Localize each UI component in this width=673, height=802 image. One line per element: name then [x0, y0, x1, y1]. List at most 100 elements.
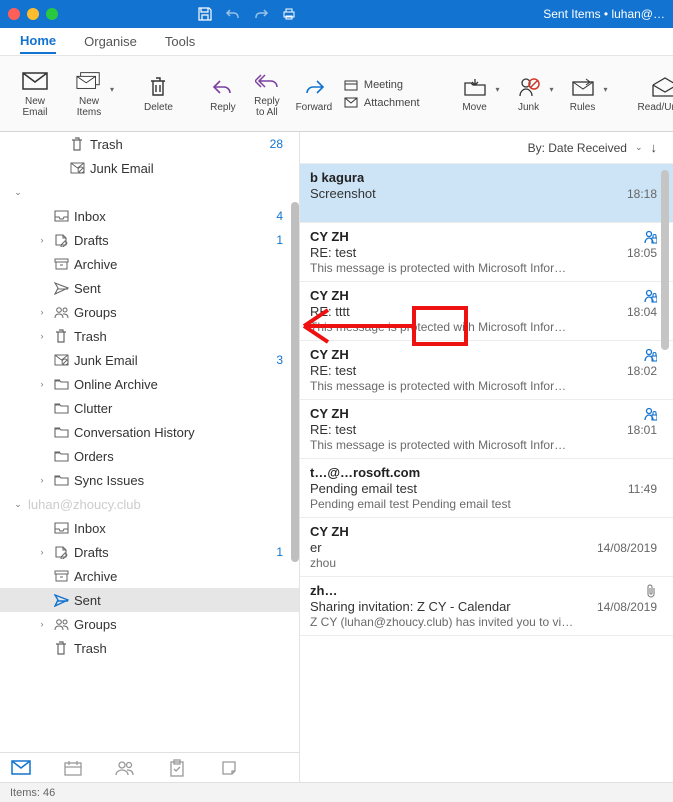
calendar-icon [343, 78, 359, 92]
folder-row[interactable]: Trash 28 [0, 132, 299, 156]
message-item[interactable]: zh… Sharing invitation: Z CY - Calendar … [300, 577, 673, 636]
message-item[interactable]: CY ZH RE: tttt 18:04 This message is pro… [300, 282, 673, 341]
folder-count: 1 [265, 233, 283, 247]
folder-icon [52, 282, 70, 295]
message-sender: zh… [310, 583, 337, 598]
message-preview: This message is protected with Microsoft… [310, 438, 657, 452]
people-nav-icon[interactable] [114, 757, 136, 779]
scrollbar[interactable] [661, 170, 669, 350]
expand-chevron-icon[interactable]: › [36, 379, 48, 389]
folder-row[interactable]: Inbox [0, 516, 299, 540]
folder-row[interactable]: Sent [0, 588, 299, 612]
message-item[interactable]: CY ZH RE: test 18:02 This message is pro… [300, 341, 673, 400]
folder-row[interactable]: Archive [0, 564, 299, 588]
folder-icon [52, 545, 70, 559]
folder-row[interactable]: Trash [0, 636, 299, 660]
folder-row[interactable]: › Trash [0, 324, 299, 348]
attachment-button[interactable]: Attachment [343, 96, 420, 110]
folder-row[interactable]: Conversation History [0, 420, 299, 444]
print-icon[interactable] [280, 5, 298, 23]
message-time: 18:01 [627, 423, 657, 437]
tab-tools[interactable]: Tools [165, 30, 195, 53]
message-subject: RE: test [310, 363, 356, 378]
folder-name: Inbox [74, 209, 261, 224]
navigation-switcher [0, 752, 299, 782]
scrollbar[interactable] [291, 202, 299, 562]
folder-row[interactable]: › Groups [0, 612, 299, 636]
save-icon[interactable] [196, 5, 214, 23]
expand-chevron-icon[interactable]: › [36, 475, 48, 485]
account-header[interactable]: ⌄ [0, 180, 299, 204]
expand-chevron-icon[interactable]: › [36, 547, 48, 557]
tasks-nav-icon[interactable] [166, 757, 188, 779]
expand-chevron-icon[interactable]: › [36, 619, 48, 629]
zoom-window-button[interactable] [46, 8, 58, 20]
expand-chevron-icon[interactable]: ⌄ [12, 499, 24, 510]
new-items-button[interactable]: ▾ New Items [66, 63, 112, 125]
expand-chevron-icon[interactable]: › [36, 331, 48, 341]
forward-button[interactable]: Forward [293, 63, 335, 125]
message-preview: This message is protected with Microsoft… [310, 320, 657, 334]
undo-icon[interactable] [224, 5, 242, 23]
message-item[interactable]: CY ZH RE: test 18:05 This message is pro… [300, 223, 673, 282]
notes-nav-icon[interactable] [218, 757, 240, 779]
ribbon-tabs: Home Organise Tools [0, 28, 673, 56]
message-list[interactable]: b kagura Screenshot 18:18 CY ZH RE: test… [300, 164, 673, 782]
folder-row[interactable]: Archive [0, 252, 299, 276]
message-item[interactable]: CY ZH er 14/08/2019 zhou [300, 518, 673, 577]
folder-row[interactable]: › Online Archive [0, 372, 299, 396]
reply-all-button[interactable]: Reply to All [249, 63, 285, 125]
folder-name: Inbox [74, 521, 261, 536]
folder-row[interactable]: › Groups [0, 300, 299, 324]
sort-label[interactable]: By: Date Received [528, 141, 627, 155]
rules-button[interactable]: ▾ Rules [560, 63, 606, 125]
message-preview: This message is protected with Microsoft… [310, 379, 657, 393]
envelope-attachment-icon [343, 96, 359, 110]
new-email-button[interactable]: New Email [12, 63, 58, 125]
message-item[interactable]: t…@…rosoft.com Pending email test 11:49 … [300, 459, 673, 518]
message-item[interactable]: b kagura Screenshot 18:18 [300, 164, 673, 223]
folder-row[interactable]: Orders [0, 444, 299, 468]
folder-row[interactable]: Clutter [0, 396, 299, 420]
meeting-button[interactable]: Meeting [343, 78, 420, 92]
folder-row[interactable]: Sent [0, 276, 299, 300]
calendar-nav-icon[interactable] [62, 757, 84, 779]
title-bar: Sent Items • luhan@… [0, 0, 673, 28]
junk-button[interactable]: ▾ Junk [506, 63, 552, 125]
message-preview: Pending email test Pending email test [310, 497, 657, 511]
move-button[interactable]: ▾ Move [452, 63, 498, 125]
message-subject: RE: tttt [310, 304, 350, 319]
trash-icon [145, 75, 171, 99]
account-header[interactable]: ⌄luhan@zhoucy.club [0, 492, 299, 516]
attachment-icon [645, 584, 657, 598]
read-unread-button[interactable]: Read/Unrea [638, 63, 673, 125]
minimize-window-button[interactable] [27, 8, 39, 20]
folder-row[interactable]: Junk Email 3 [0, 348, 299, 372]
folder-list[interactable]: Trash 28 Junk Email ⌄ Inbox 4 › Drafts 1… [0, 132, 299, 752]
reply-button[interactable]: Reply [205, 63, 241, 125]
chevron-down-icon[interactable]: ⌄ [635, 142, 643, 153]
expand-chevron-icon[interactable]: › [36, 235, 48, 245]
folder-row[interactable]: Inbox 4 [0, 204, 299, 228]
sort-direction-icon[interactable]: ↓ [651, 140, 658, 155]
folder-row[interactable]: › Drafts 1 [0, 228, 299, 252]
message-sender: CY ZH [310, 347, 349, 362]
folder-row[interactable]: Junk Email [0, 156, 299, 180]
folder-name: Clutter [74, 401, 261, 416]
delete-button[interactable]: Delete [144, 63, 173, 125]
tab-home[interactable]: Home [20, 29, 56, 54]
folder-name: Drafts [74, 545, 261, 560]
folder-row[interactable]: › Drafts 1 [0, 540, 299, 564]
message-item[interactable]: CY ZH RE: test 18:01 This message is pro… [300, 400, 673, 459]
close-window-button[interactable] [8, 8, 20, 20]
tab-organise[interactable]: Organise [84, 30, 137, 53]
folder-name: Conversation History [74, 425, 261, 440]
redo-icon[interactable] [252, 5, 270, 23]
expand-chevron-icon[interactable]: › [36, 307, 48, 317]
folder-icon [52, 618, 70, 631]
mail-nav-icon[interactable] [10, 757, 32, 779]
expand-chevron-icon[interactable]: ⌄ [12, 187, 24, 198]
folder-row[interactable]: › Sync Issues [0, 468, 299, 492]
folder-icon [52, 258, 70, 270]
folder-pane: Trash 28 Junk Email ⌄ Inbox 4 › Drafts 1… [0, 132, 300, 782]
